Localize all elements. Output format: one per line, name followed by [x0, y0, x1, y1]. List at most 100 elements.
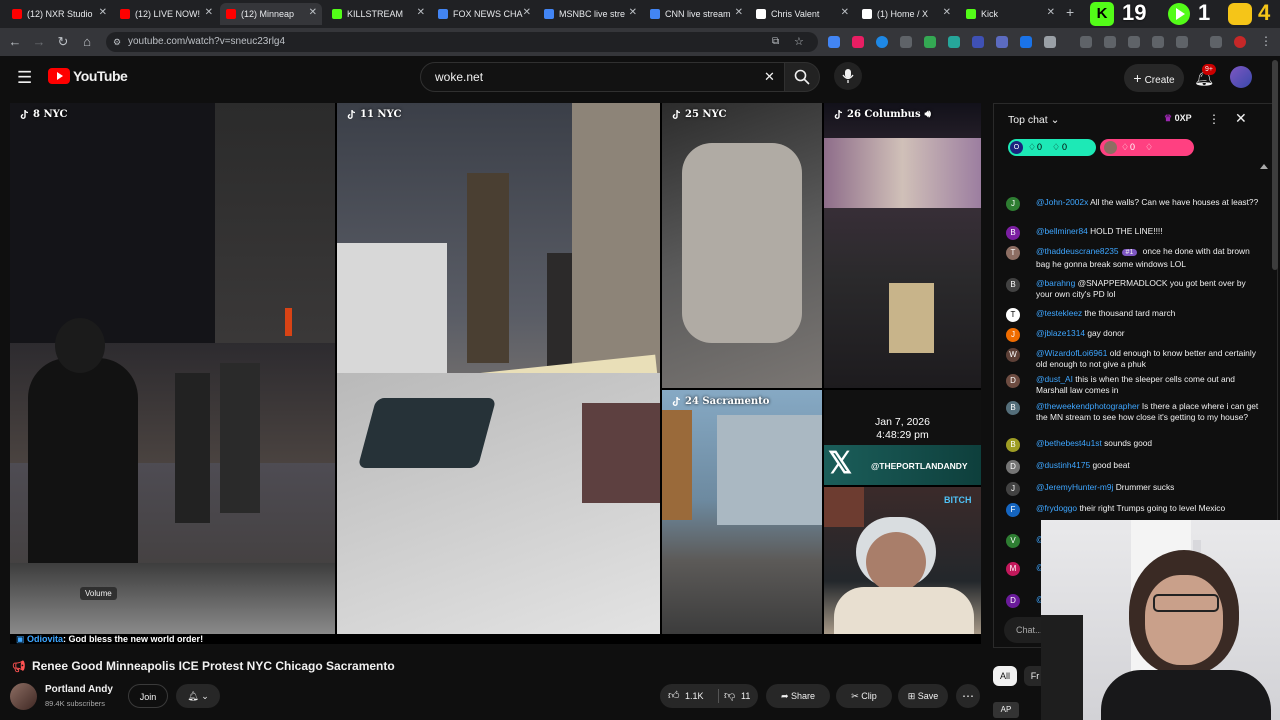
chat-username[interactable]: @bethebest4u1st: [1036, 438, 1102, 448]
extension-icon[interactable]: [1176, 36, 1188, 48]
chat-username[interactable]: @dustinh4175: [1036, 460, 1090, 470]
search-input[interactable]: woke.net ✕: [420, 62, 785, 92]
chat-avatar[interactable]: B: [1006, 401, 1020, 415]
account-avatar[interactable]: [1230, 66, 1252, 88]
chat-username[interactable]: @bellminer84: [1036, 226, 1088, 236]
browser-menu-icon[interactable]: ⋮: [1260, 34, 1272, 48]
browser-tab-10[interactable]: Kick ✕: [960, 3, 1060, 25]
poll-counter-badge-2[interactable]: ♢ 0 ♢: [1100, 139, 1194, 156]
browser-tab-8[interactable]: Chris Valent ✕: [750, 3, 854, 25]
devtools-icon[interactable]: [1128, 36, 1140, 48]
chat-username[interactable]: @theweekendphotographer: [1036, 401, 1140, 411]
extension-icon[interactable]: [924, 36, 936, 48]
search-button[interactable]: [784, 62, 820, 92]
browser-tab-9[interactable]: (1) Home / X ✕: [856, 3, 956, 25]
extension-icon[interactable]: [852, 36, 864, 48]
chat-avatar[interactable]: V: [1006, 534, 1020, 548]
extension-icon[interactable]: [1020, 36, 1032, 48]
scroll-up-icon[interactable]: [1260, 164, 1268, 169]
chat-username[interactable]: @dust_AI: [1036, 374, 1073, 384]
close-tab-icon[interactable]: ✕: [943, 7, 951, 18]
chat-avatar[interactable]: B: [1006, 278, 1020, 292]
channel-name[interactable]: Portland Andy: [45, 684, 113, 695]
chat-username[interactable]: @WizardofLoi6961: [1036, 348, 1107, 358]
chat-username[interactable]: @testekleez: [1036, 308, 1082, 318]
install-app-icon[interactable]: ⧉: [772, 32, 779, 52]
browser-tab-5[interactable]: FOX NEWS CHA ✕: [432, 3, 536, 25]
chat-username[interactable]: @JeremyHunter-m9j: [1036, 482, 1113, 492]
thumbs-down-icon[interactable]: 👎︎: [724, 684, 735, 708]
sidebar-icon[interactable]: [1152, 36, 1164, 48]
browser-tab-2[interactable]: (12) LIVE NOW! ✕: [114, 3, 218, 25]
chat-username[interactable]: @barahng: [1036, 278, 1075, 288]
chat-avatar[interactable]: W: [1006, 348, 1020, 362]
save-button[interactable]: ⊞ Save: [898, 684, 948, 708]
chat-username[interactable]: @jblaze1314: [1036, 328, 1085, 338]
chat-avatar[interactable]: J: [1006, 197, 1020, 211]
close-tab-icon[interactable]: ✕: [629, 7, 637, 18]
browser-tab-3-active[interactable]: (12) Minneap ✕: [220, 3, 322, 25]
browser-tab-1[interactable]: (12) NXR Studio ✕: [6, 3, 112, 25]
chat-username[interactable]: @John-2002x: [1036, 197, 1088, 207]
chat-avatar[interactable]: T: [1006, 308, 1020, 322]
forward-arrow-icon[interactable]: →: [30, 33, 48, 51]
extension-icon[interactable]: [1104, 36, 1116, 48]
close-tab-icon[interactable]: ✕: [309, 7, 317, 18]
chat-username[interactable]: @thaddeuscrane8235: [1036, 246, 1119, 256]
poll-counter-badge[interactable]: O ♢ 0 ♢ 0: [1008, 139, 1096, 156]
voice-search-button[interactable]: [834, 62, 862, 90]
profile-avatar-icon[interactable]: [1234, 36, 1246, 48]
subscribe-bell-button[interactable]: 🔔︎ ⌄: [176, 684, 220, 708]
address-bar[interactable]: ⚙ youtube.com/watch?v=sneuc23rlg4 ⧉ ☆: [106, 32, 818, 52]
create-button[interactable]: + Create: [1124, 64, 1184, 92]
back-arrow-icon[interactable]: ←: [6, 33, 24, 51]
share-button[interactable]: ➦ Share: [766, 684, 830, 708]
extension-icon[interactable]: [972, 36, 984, 48]
close-tab-icon[interactable]: ✕: [205, 7, 213, 18]
extension-icon[interactable]: [828, 36, 840, 48]
chat-mode-dropdown[interactable]: Top chat ⌄: [1008, 114, 1059, 126]
extension-icon[interactable]: [948, 36, 960, 48]
bookmark-star-icon[interactable]: ☆: [794, 32, 804, 52]
chat-avatar[interactable]: M: [1006, 562, 1020, 576]
extensions-puzzle-icon[interactable]: [1044, 36, 1056, 48]
clip-button[interactable]: ✂ Clip: [836, 684, 892, 708]
hamburger-menu-icon[interactable]: ☰: [17, 68, 32, 88]
extension-icon[interactable]: [996, 36, 1008, 48]
close-tab-icon[interactable]: ✕: [841, 7, 849, 18]
filter-all-chip[interactable]: All: [993, 666, 1017, 686]
chat-avatar[interactable]: D: [1006, 460, 1020, 474]
chat-avatar[interactable]: J: [1006, 328, 1020, 342]
chat-avatar[interactable]: B: [1006, 438, 1020, 452]
chat-avatar[interactable]: F: [1006, 503, 1020, 517]
clear-search-icon[interactable]: ✕: [764, 63, 775, 91]
site-info-icon[interactable]: ⚙: [113, 32, 121, 52]
close-tab-icon[interactable]: ✕: [417, 7, 425, 18]
extension-icon[interactable]: [876, 36, 888, 48]
chat-menu-icon[interactable]: ⋮: [1208, 112, 1220, 126]
close-tab-icon[interactable]: ✕: [735, 7, 743, 18]
channel-avatar[interactable]: [10, 683, 37, 710]
chat-username[interactable]: @frydoggo: [1036, 503, 1077, 513]
extension-icon[interactable]: [900, 36, 912, 48]
join-button[interactable]: Join: [128, 684, 168, 708]
close-chat-icon[interactable]: ✕: [1235, 110, 1247, 127]
video-player[interactable]: 8 NYC Volume 11 NYC 25 NYC 26 Columbus 🔊︎…: [10, 103, 981, 644]
reload-icon[interactable]: ↻: [54, 33, 72, 51]
home-icon[interactable]: ⌂: [78, 33, 96, 51]
browser-tab-4[interactable]: KILLSTREAM ✕: [326, 3, 430, 25]
close-tab-icon[interactable]: ✕: [99, 7, 107, 18]
dislike-count[interactable]: 11: [741, 684, 750, 708]
extension-icon[interactable]: [1210, 36, 1222, 48]
history-icon[interactable]: [1080, 36, 1092, 48]
chat-avatar[interactable]: D: [1006, 374, 1020, 388]
chat-avatar[interactable]: J: [1006, 482, 1020, 496]
like-count[interactable]: 1.1K: [685, 684, 704, 708]
close-tab-icon[interactable]: ✕: [1047, 7, 1055, 18]
youtube-logo[interactable]: YouTube: [48, 68, 128, 84]
chat-avatar[interactable]: D: [1006, 594, 1020, 608]
more-actions-icon[interactable]: ⋯: [956, 684, 980, 708]
page-scrollbar[interactable]: [1272, 60, 1278, 270]
close-tab-icon[interactable]: ✕: [523, 7, 531, 18]
browser-tab-7[interactable]: CNN live stream ✕: [644, 3, 748, 25]
